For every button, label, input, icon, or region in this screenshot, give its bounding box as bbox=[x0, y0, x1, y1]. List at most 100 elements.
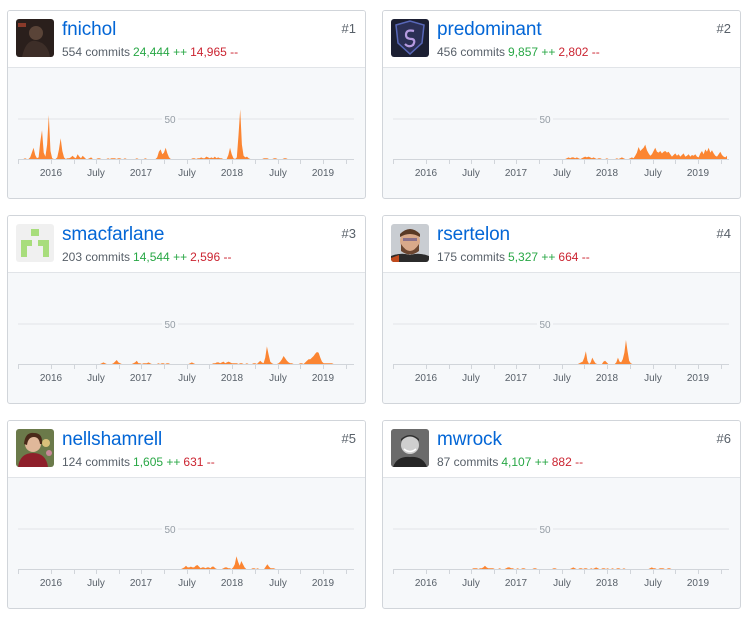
x-tick-label: 2019 bbox=[687, 373, 710, 384]
x-tick-label: 2016 bbox=[40, 578, 63, 589]
gridline-label: 50 bbox=[164, 115, 176, 126]
contributor-stats: 554 commits 24,444 ++ 14,965 -- bbox=[62, 44, 238, 60]
avatar-image bbox=[16, 429, 54, 467]
x-tick-label: 2019 bbox=[312, 578, 335, 589]
additions-count: 24,444 ++ bbox=[133, 45, 188, 59]
x-tick-label: July bbox=[644, 373, 662, 384]
x-tick-label: 2016 bbox=[415, 578, 438, 589]
contributor-login[interactable]: predominant bbox=[437, 19, 542, 41]
contributor-card-mwrock: mwrock 87 commits 4,107 ++ 882 -- #6 50 201… bbox=[382, 420, 741, 609]
commit-count[interactable]: 124 commits bbox=[62, 455, 130, 469]
gridline-label: 50 bbox=[164, 525, 176, 536]
gridline-label: 50 bbox=[539, 525, 551, 536]
x-tick-label: July bbox=[178, 373, 196, 384]
x-tick-label: July bbox=[178, 168, 196, 179]
x-tick-label: 2018 bbox=[221, 373, 244, 384]
commit-count[interactable]: 456 commits bbox=[437, 45, 505, 59]
contributor-header: rsertelon 175 commits 5,327 ++ 664 -- #4 bbox=[383, 216, 740, 273]
commit-activity-chart-nellshamrell: 50 2016 July 2017 July 2018 July 2019 bbox=[8, 478, 365, 608]
contributor-login[interactable]: mwrock bbox=[437, 429, 502, 451]
avatar-image bbox=[391, 19, 429, 57]
contributor-card-rsertelon: rsertelon 175 commits 5,327 ++ 664 -- #4 5… bbox=[382, 215, 741, 404]
chart-svg: 50 2016 July 2017 July 2018 July 2019 bbox=[393, 319, 729, 384]
commit-area-nellshamrell bbox=[20, 556, 352, 569]
contributor-login[interactable]: rsertelon bbox=[437, 224, 510, 246]
avatar-smacfarlane[interactable] bbox=[16, 224, 54, 262]
contributor-stats: 203 commits 14,544 ++ 2,596 -- bbox=[62, 249, 231, 265]
x-tick-label: July bbox=[644, 578, 662, 589]
avatar-image bbox=[391, 224, 429, 262]
contributor-header: nellshamrell 124 commits 1,605 ++ 631 -- #… bbox=[8, 421, 365, 478]
x-tick-label: July bbox=[462, 168, 480, 179]
contributor-card-fnichol: fnichol 554 commits 24,444 ++ 14,965 -- #1… bbox=[7, 10, 366, 199]
additions-count: 14,544 ++ bbox=[133, 250, 188, 264]
contributor-login[interactable]: smacfarlane bbox=[62, 224, 164, 246]
commit-activity-chart-mwrock: 50 2016 July 2017 July 2018 July 2019 bbox=[383, 478, 740, 608]
contributor-header: smacfarlane 203 commits 14,544 ++ 2,596 --… bbox=[8, 216, 365, 273]
chart-svg: 50 2016 July 2017 July 2018 July 2019 bbox=[18, 524, 354, 589]
avatar-rsertelon[interactable] bbox=[391, 224, 429, 262]
commit-activity-chart-fnichol: 50 2016 July 2017 July 2018 July 2019 bbox=[8, 68, 365, 198]
commit-activity-chart-smacfarlane: 50 2016 July 2017 July 2018 July 2019 bbox=[8, 273, 365, 403]
deletions-count: 882 -- bbox=[551, 455, 584, 469]
additions-count: 9,857 ++ bbox=[508, 45, 556, 59]
x-tick-label: 2019 bbox=[312, 168, 335, 179]
avatar-predominant[interactable] bbox=[391, 19, 429, 57]
x-tick-label: July bbox=[462, 578, 480, 589]
chart-svg: 50 2016 July 2017 July 2018 July 2019 bbox=[18, 319, 354, 384]
x-tick-label: 2019 bbox=[687, 578, 710, 589]
gridline-label: 50 bbox=[539, 115, 551, 126]
chart-svg: 50 2016 July 2017 July 2018 July 2019 bbox=[393, 524, 729, 589]
x-tick-label: 2019 bbox=[687, 168, 710, 179]
x-tick-label: July bbox=[553, 168, 571, 179]
x-tick-label: July bbox=[178, 578, 196, 589]
x-tick-label: 2019 bbox=[312, 373, 335, 384]
commit-count[interactable]: 203 commits bbox=[62, 250, 130, 264]
gridline-label: 50 bbox=[164, 320, 176, 331]
chart-svg: 50 2016 July 2017 July 2018 July 2019 bbox=[393, 114, 729, 179]
contributor-card-nellshamrell: nellshamrell 124 commits 1,605 ++ 631 -- #… bbox=[7, 420, 366, 609]
commit-area-smacfarlane bbox=[20, 346, 352, 364]
x-tick-label: 2018 bbox=[221, 168, 244, 179]
contributor-card-smacfarlane: smacfarlane 203 commits 14,544 ++ 2,596 --… bbox=[7, 215, 366, 404]
x-tick-label: July bbox=[644, 168, 662, 179]
x-tick-label: 2017 bbox=[505, 168, 528, 179]
contributor-rank: #6 bbox=[716, 431, 731, 446]
contributor-rank: #2 bbox=[716, 21, 731, 36]
avatar-mwrock[interactable] bbox=[391, 429, 429, 467]
contributor-rank: #4 bbox=[716, 226, 731, 241]
deletions-count: 664 -- bbox=[558, 250, 590, 264]
x-tick-label: July bbox=[269, 168, 287, 179]
contributor-login[interactable]: nellshamrell bbox=[62, 429, 162, 451]
commit-count[interactable]: 87 commits bbox=[437, 455, 498, 469]
contributor-stats: 124 commits 1,605 ++ 631 -- bbox=[62, 454, 215, 470]
commit-area-rsertelon bbox=[395, 340, 727, 364]
commit-area-predominant bbox=[395, 144, 727, 159]
x-tick-label: 2016 bbox=[415, 168, 438, 179]
commit-count[interactable]: 175 commits bbox=[437, 250, 505, 264]
avatar-image bbox=[391, 429, 429, 467]
contributor-header: fnichol 554 commits 24,444 ++ 14,965 -- #1 bbox=[8, 11, 365, 68]
contributor-header: predominant 456 commits 9,857 ++ 2,802 -- … bbox=[383, 11, 740, 68]
x-tick-label: 2018 bbox=[221, 578, 244, 589]
deletions-count: 14,965 -- bbox=[190, 45, 239, 59]
deletions-count: 2,802 -- bbox=[558, 45, 600, 59]
x-tick-label: July bbox=[87, 168, 105, 179]
x-tick-label: 2018 bbox=[596, 578, 619, 589]
additions-count: 1,605 ++ bbox=[133, 455, 181, 469]
x-tick-label: July bbox=[269, 578, 287, 589]
x-tick-label: 2017 bbox=[505, 578, 528, 589]
x-tick-label: July bbox=[462, 373, 480, 384]
commit-area-fnichol bbox=[20, 109, 352, 159]
avatar-nellshamrell[interactable] bbox=[16, 429, 54, 467]
contributor-stats: 456 commits 9,857 ++ 2,802 -- bbox=[437, 44, 600, 60]
avatar-fnichol[interactable] bbox=[16, 19, 54, 57]
commit-count[interactable]: 554 commits bbox=[62, 45, 130, 59]
x-tick-label: July bbox=[87, 373, 105, 384]
avatar-image bbox=[16, 19, 54, 57]
contributor-login[interactable]: fnichol bbox=[62, 19, 116, 41]
commit-activity-chart-rsertelon: 50 2016 July 2017 July 2018 July 2019 bbox=[383, 273, 740, 403]
gridline-label: 50 bbox=[539, 320, 551, 331]
commit-activity-chart-predominant: 50 2016 July 2017 July 2018 July 2019 bbox=[383, 68, 740, 198]
contributor-card-predominant: predominant 456 commits 9,857 ++ 2,802 -- … bbox=[382, 10, 741, 199]
